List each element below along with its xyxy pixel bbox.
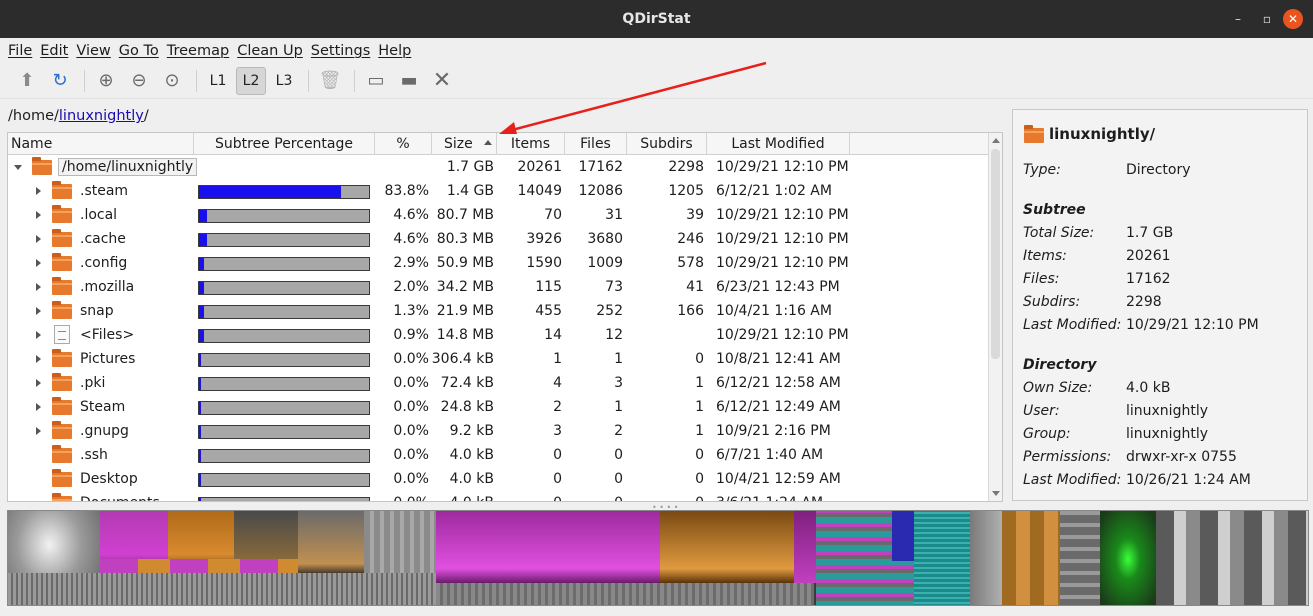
- annotation-arrow: [499, 61, 767, 134]
